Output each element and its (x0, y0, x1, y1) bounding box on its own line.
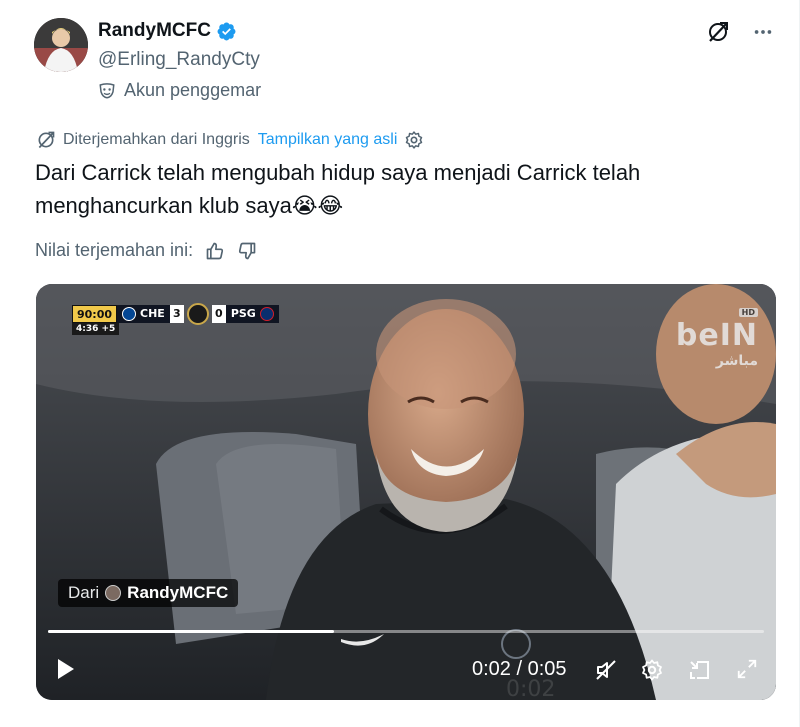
channel-logo: HD beIN مباشر (675, 308, 758, 369)
progress-bar[interactable] (48, 630, 764, 633)
away-score: 0 (211, 305, 226, 323)
video-player[interactable]: 0:02 90:00 CHE 3 0 PSG 4:36 +5 HD beIN م… (36, 284, 776, 700)
mute-icon[interactable] (594, 658, 618, 687)
translated-from-label: Diterjemahkan dari Inggris (63, 131, 250, 148)
tweet-text: Dari Carrick telah mengubah hidup saya m… (35, 160, 641, 218)
show-original-link[interactable]: Tampilkan yang asli (258, 131, 398, 149)
translation-notice: Diterjemahkan dari Inggris Tampilkan yan… (36, 130, 431, 150)
avatar[interactable] (34, 18, 88, 72)
translate-icon (38, 131, 55, 149)
source-from-label: Dari (68, 583, 100, 602)
time-separator: / (516, 658, 523, 680)
top-actions (706, 20, 774, 44)
away-team: PSG (225, 305, 279, 323)
more-dots-icon[interactable] (752, 21, 774, 43)
grok-slash-icon[interactable] (706, 20, 730, 44)
gear-icon[interactable] (640, 658, 664, 687)
gear-icon[interactable] (404, 130, 431, 150)
fan-label: Akun penggemar (124, 80, 262, 100)
tweet-header: RandyMCFC @Erling_RandyCty Akun penggema… (34, 18, 784, 108)
source-avatar (105, 585, 122, 601)
thumbs-up-icon[interactable] (205, 241, 225, 261)
fullscreen-icon[interactable] (736, 658, 758, 685)
handle[interactable]: @Erling_RandyCty (98, 49, 260, 71)
added-time: 4:36 +5 (72, 323, 120, 335)
mask-icon (99, 82, 115, 99)
display-name[interactable]: RandyMCFC (98, 20, 211, 42)
source-name: RandyMCFC (127, 583, 229, 602)
rate-label: Nilai terjemahan ini: (35, 240, 194, 260)
rate-translation: Nilai terjemahan ini: (35, 240, 257, 261)
source-attribution[interactable]: Dari RandyMCFC (58, 579, 239, 607)
scorebug: 90:00 CHE 3 0 PSG (72, 303, 279, 325)
fan-account-label: Akun penggemar (98, 80, 261, 101)
current-time: 0:02 (472, 658, 511, 680)
progress-fill (48, 630, 335, 633)
fifa-logo-icon (186, 303, 209, 325)
verified-badge-icon (217, 22, 236, 40)
home-score: 3 (169, 305, 184, 323)
match-clock: 90:00 (72, 305, 118, 323)
home-team: CHE (117, 305, 170, 323)
play-icon[interactable] (56, 658, 76, 685)
video-controls: 0:02 / 0:05 (36, 646, 776, 694)
time-display: 0:02 / 0:05 (472, 658, 567, 681)
video-frame: 0:02 (36, 284, 776, 700)
pip-icon[interactable] (688, 658, 712, 687)
duration: 0:05 (527, 658, 567, 680)
thumbs-down-icon[interactable] (237, 241, 257, 261)
